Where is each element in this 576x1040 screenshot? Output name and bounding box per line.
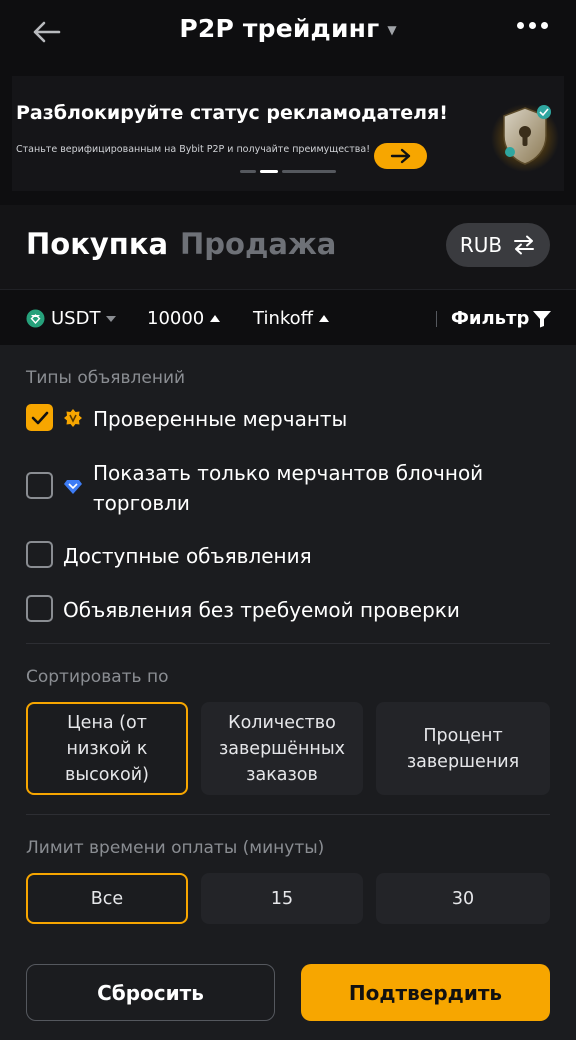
page-title: P2P трейдинг: [179, 14, 380, 43]
payment-label: Tinkoff: [253, 308, 314, 329]
filter-button[interactable]: Фильтр: [451, 308, 552, 329]
more-button[interactable]: [517, 22, 548, 29]
tab-sell[interactable]: Продажа: [180, 227, 336, 261]
checkbox-no-verification-ads[interactable]: Объявления без требуемой проверки: [26, 595, 460, 625]
coin-selector[interactable]: USDT: [26, 308, 117, 329]
trade-tabs: Покупка Продажа RUB: [0, 205, 576, 289]
time-limit-option-30[interactable]: 30: [376, 873, 550, 924]
chevron-up-icon: [210, 315, 221, 322]
chevron-up-icon: [319, 315, 330, 322]
checkbox-label: Показать только мерчантов блочной торгов…: [93, 461, 484, 515]
promo-banner[interactable]: Разблокируйте статус рекламодателя! Стан…: [12, 76, 564, 191]
sort-option-completion-rate[interactable]: Процент завершения: [376, 702, 550, 795]
banner-cta-button[interactable]: [374, 143, 427, 169]
banner-title: Разблокируйте статус рекламодателя!: [16, 102, 448, 124]
app-header: P2P трейдинг ▼: [0, 0, 576, 76]
divider: [26, 643, 550, 644]
swap-icon: [514, 235, 535, 255]
check-icon: [31, 411, 48, 424]
checkbox[interactable]: [26, 541, 53, 568]
diamond-badge-icon: [64, 480, 82, 494]
banner-pagination: [240, 170, 336, 173]
filter-panel: [0, 345, 576, 1040]
checkbox[interactable]: [26, 404, 53, 431]
arrow-right-icon: [390, 148, 410, 164]
sort-option-completed-orders[interactable]: Количество завершённых заказов: [201, 702, 363, 795]
time-limit-option-all[interactable]: Все: [26, 873, 188, 924]
confirm-button[interactable]: Подтвердить: [301, 964, 550, 1021]
currency-label: RUB: [459, 233, 503, 257]
checkbox-block-trade-merchants[interactable]: Показать только мерчантов блочной торгов…: [26, 458, 503, 518]
reset-button[interactable]: Сбросить: [26, 964, 275, 1021]
coin-label: USDT: [51, 308, 101, 329]
time-limit-option-15[interactable]: 15: [201, 873, 363, 924]
filter-bar: USDT 10000 Tinkoff Фильтр: [0, 289, 576, 345]
chevron-down-icon: ▼: [387, 22, 397, 37]
divider: [436, 311, 437, 327]
payment-selector[interactable]: Tinkoff: [253, 308, 330, 329]
currency-switch-button[interactable]: RUB: [446, 223, 550, 267]
checkbox-available-ads[interactable]: Доступные объявления: [26, 541, 312, 571]
checkbox-label: Объявления без требуемой проверки: [63, 598, 460, 622]
tab-buy[interactable]: Покупка: [26, 227, 168, 261]
ad-types-label: Типы объявлений: [26, 368, 186, 388]
divider: [26, 814, 550, 815]
checkbox-label: Проверенные мерчанты: [93, 407, 348, 431]
verified-merchant-badge-icon: [64, 409, 82, 427]
checkbox[interactable]: [26, 472, 53, 499]
checkbox[interactable]: [26, 595, 53, 622]
checkbox-verified-merchants[interactable]: Проверенные мерчанты: [26, 404, 347, 434]
filter-label: Фильтр: [451, 308, 530, 329]
time-limit-label: Лимит времени оплаты (минуты): [26, 838, 325, 858]
amount-label: 10000: [147, 308, 205, 329]
chevron-down-icon: [106, 315, 117, 322]
banner-subtitle: Станьте верифицированным на Bybit P2P и …: [16, 144, 371, 155]
usdt-coin-icon: [26, 309, 45, 328]
lock-badge-icon: [491, 104, 559, 172]
title-dropdown[interactable]: P2P трейдинг ▼: [0, 14, 576, 43]
sort-option-price[interactable]: Цена (от низкой к высокой): [26, 702, 188, 795]
amount-selector[interactable]: 10000: [147, 308, 221, 329]
checkbox-label: Доступные объявления: [63, 544, 312, 568]
sort-label: Сортировать по: [26, 667, 169, 687]
filter-icon: [533, 310, 552, 327]
more-horizontal-icon: [517, 22, 524, 29]
